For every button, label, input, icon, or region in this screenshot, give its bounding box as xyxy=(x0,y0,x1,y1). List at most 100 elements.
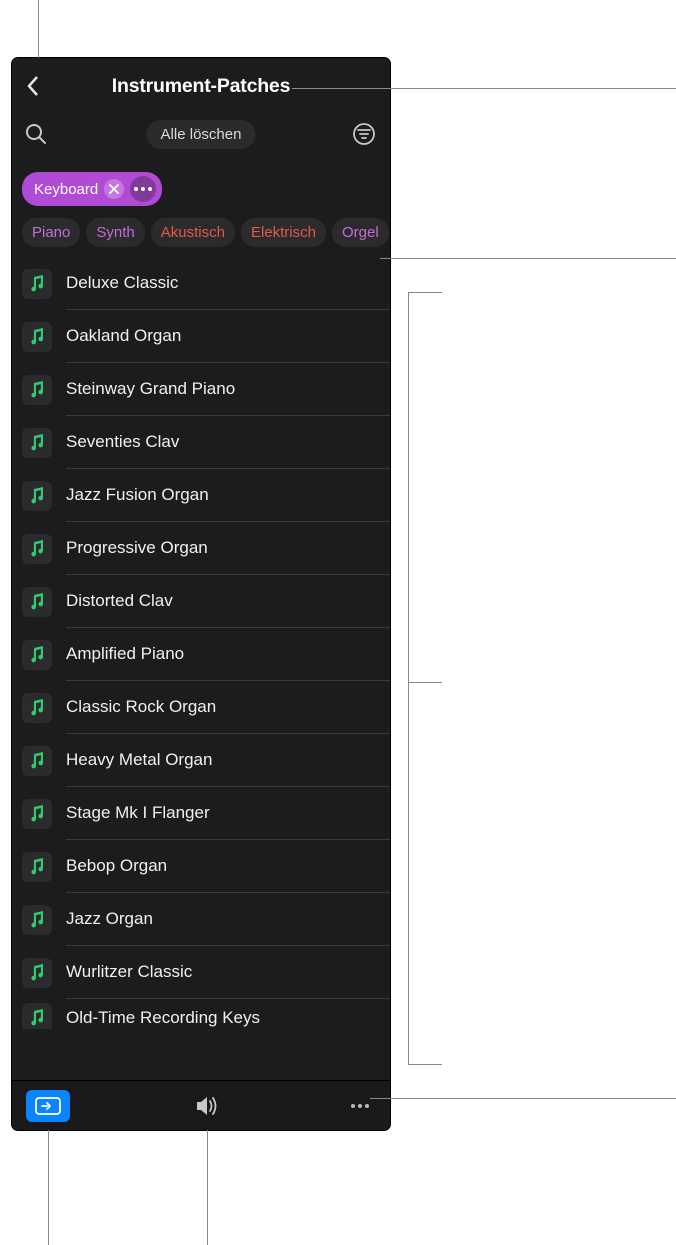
patch-row[interactable]: Jazz Fusion Organ xyxy=(22,469,390,522)
patch-label: Classic Rock Organ xyxy=(66,697,216,717)
patch-label: Amplified Piano xyxy=(66,644,184,664)
patch-row[interactable]: Amplified Piano xyxy=(22,628,390,681)
patch-icon xyxy=(22,1003,52,1029)
sub-filter-chip[interactable]: Orgel xyxy=(332,218,389,247)
music-note-icon xyxy=(28,699,46,717)
patch-label: Wurlitzer Classic xyxy=(66,962,192,982)
filter-more-button[interactable] xyxy=(130,176,156,202)
ellipsis-icon xyxy=(351,1104,369,1108)
music-note-icon xyxy=(28,964,46,982)
patch-label-wrap: Distorted Clav xyxy=(66,575,390,628)
patch-icon xyxy=(22,958,52,988)
patch-icon xyxy=(22,534,52,564)
search-button[interactable] xyxy=(22,120,50,148)
patch-icon xyxy=(22,640,52,670)
patch-row[interactable]: Deluxe Classic xyxy=(22,257,390,310)
patch-label-wrap: Seventies Clav xyxy=(66,416,390,469)
patch-row[interactable]: Heavy Metal Organ xyxy=(22,734,390,787)
patch-icon xyxy=(22,905,52,935)
patch-label: Distorted Clav xyxy=(66,591,173,611)
remove-filter-button[interactable] xyxy=(104,179,124,199)
ellipsis-icon xyxy=(134,187,152,191)
music-note-icon xyxy=(28,381,46,399)
filter-list-icon xyxy=(353,123,375,145)
patch-label: Heavy Metal Organ xyxy=(66,750,212,770)
music-note-icon xyxy=(28,275,46,293)
close-icon xyxy=(109,184,119,194)
panel-header: Instrument-Patches xyxy=(12,58,390,112)
callout-line xyxy=(408,292,409,1064)
insert-icon xyxy=(35,1097,61,1115)
patch-row[interactable]: Stage Mk I Flanger xyxy=(22,787,390,840)
patch-icon xyxy=(22,746,52,776)
callout-line xyxy=(408,682,442,683)
patch-row[interactable]: Old-Time Recording Keys xyxy=(22,999,390,1029)
speaker-icon xyxy=(195,1096,219,1116)
patch-row[interactable]: Wurlitzer Classic xyxy=(22,946,390,999)
patch-icon xyxy=(22,428,52,458)
patch-row[interactable]: Jazz Organ xyxy=(22,893,390,946)
callout-line xyxy=(380,258,676,259)
patch-row[interactable]: Oakland Organ xyxy=(22,310,390,363)
patch-row[interactable]: Progressive Organ xyxy=(22,522,390,575)
patch-label-wrap: Heavy Metal Organ xyxy=(66,734,390,787)
sub-filter-chip[interactable]: Elektrisch xyxy=(241,218,326,247)
patch-label-wrap: Wurlitzer Classic xyxy=(66,946,390,999)
sub-filter-chip[interactable]: Akustisch xyxy=(151,218,235,247)
patch-label: Oakland Organ xyxy=(66,326,181,346)
callout-line xyxy=(408,1064,442,1065)
patch-label: Steinway Grand Piano xyxy=(66,379,235,399)
patch-label-wrap: Stage Mk I Flanger xyxy=(66,787,390,840)
toolbar: Alle löschen xyxy=(12,112,390,158)
patch-icon xyxy=(22,799,52,829)
music-note-icon xyxy=(28,858,46,876)
patch-list[interactable]: Deluxe Classic Oakland Organ Steinway Gran… xyxy=(12,257,390,1080)
sub-filter-row: PianoSynthAkustischElektrischOrgel xyxy=(12,214,390,257)
music-note-icon xyxy=(28,805,46,823)
bottom-bar xyxy=(12,1080,390,1130)
patch-label: Stage Mk I Flanger xyxy=(66,803,210,823)
patch-label-wrap: Bebop Organ xyxy=(66,840,390,893)
patch-row[interactable]: Classic Rock Organ xyxy=(22,681,390,734)
patch-label-wrap: Progressive Organ xyxy=(66,522,390,575)
patch-row[interactable]: Distorted Clav xyxy=(22,575,390,628)
patch-label-wrap: Classic Rock Organ xyxy=(66,681,390,734)
callout-line xyxy=(408,292,442,293)
page-title: Instrument-Patches xyxy=(112,75,290,98)
patch-icon xyxy=(22,587,52,617)
patch-label-wrap: Jazz Organ xyxy=(66,893,390,946)
patch-icon xyxy=(22,375,52,405)
insert-button[interactable] xyxy=(26,1090,70,1122)
patch-icon xyxy=(22,322,52,352)
clear-all-button[interactable]: Alle löschen xyxy=(147,120,256,149)
patch-label: Seventies Clav xyxy=(66,432,179,452)
instrument-patches-panel: Instrument-Patches Alle löschen Keyboard xyxy=(12,58,390,1130)
sub-filter-chip[interactable]: Synth xyxy=(86,218,144,247)
active-filter-row: Keyboard xyxy=(12,158,390,214)
callout-line xyxy=(292,88,676,89)
back-button[interactable] xyxy=(18,71,48,101)
music-note-icon xyxy=(28,752,46,770)
filter-toggle-button[interactable] xyxy=(350,120,378,148)
callout-line xyxy=(48,1130,49,1245)
music-note-icon xyxy=(28,646,46,664)
patch-row[interactable]: Steinway Grand Piano xyxy=(22,363,390,416)
patch-label-wrap: Amplified Piano xyxy=(66,628,390,681)
patch-label: Progressive Organ xyxy=(66,538,208,558)
music-note-icon xyxy=(28,1009,46,1027)
preview-button[interactable] xyxy=(191,1090,223,1122)
patch-icon xyxy=(22,852,52,882)
music-note-icon xyxy=(28,487,46,505)
callout-line xyxy=(207,1130,208,1245)
patch-row[interactable]: Seventies Clav xyxy=(22,416,390,469)
music-note-icon xyxy=(28,328,46,346)
patch-row[interactable]: Bebop Organ xyxy=(22,840,390,893)
patch-label: Jazz Fusion Organ xyxy=(66,485,209,505)
music-note-icon xyxy=(28,593,46,611)
sub-filter-chip[interactable]: Piano xyxy=(22,218,80,247)
more-options-button[interactable] xyxy=(344,1090,376,1122)
patch-label-wrap: Old-Time Recording Keys xyxy=(66,1007,390,1029)
active-filter-chip[interactable]: Keyboard xyxy=(22,172,162,206)
music-note-icon xyxy=(28,540,46,558)
callout-line xyxy=(38,0,39,58)
